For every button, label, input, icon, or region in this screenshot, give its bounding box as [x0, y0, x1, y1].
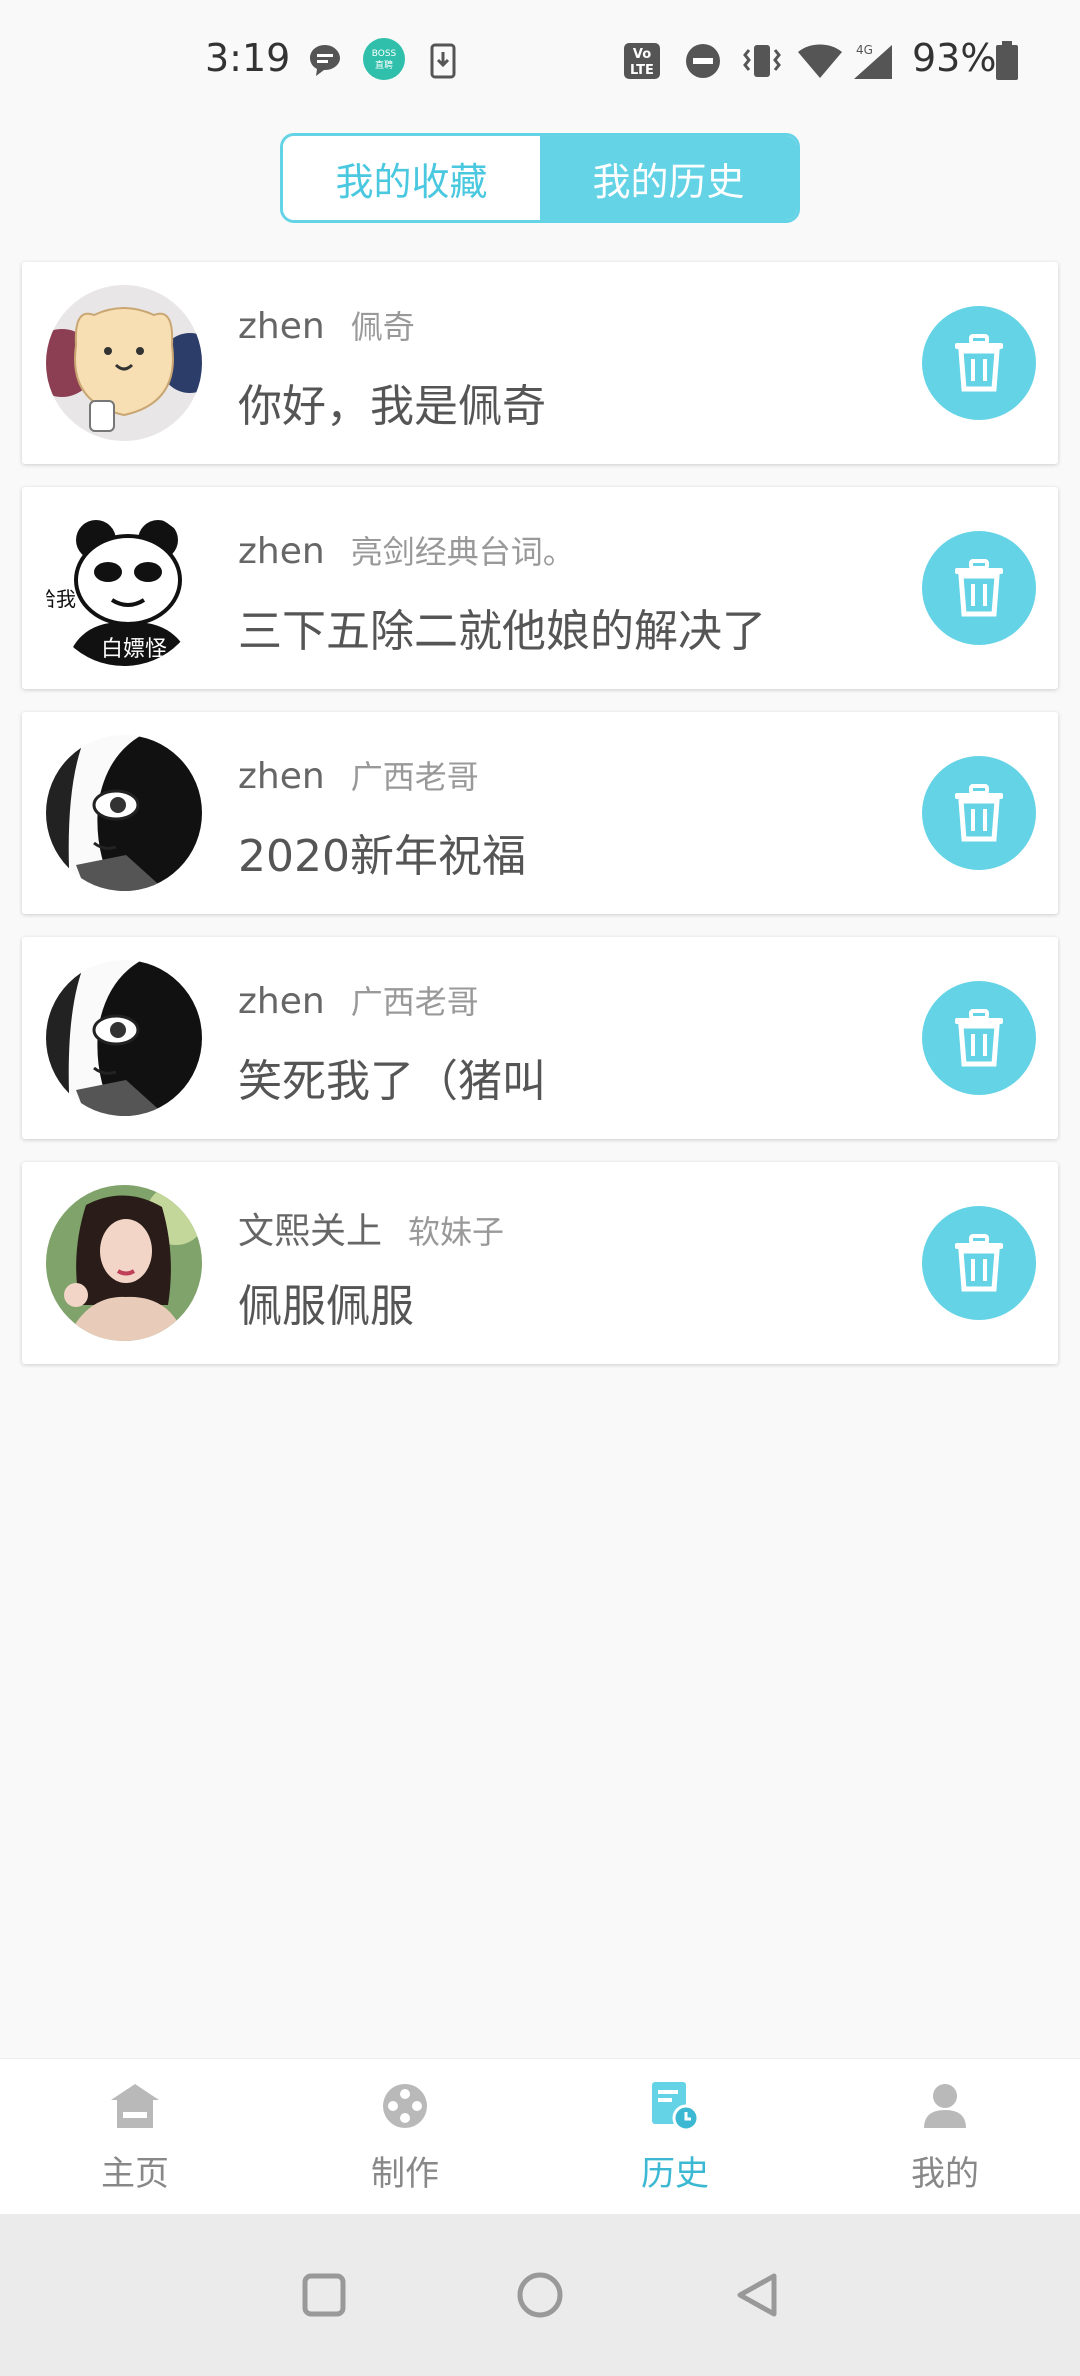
tab-favorites[interactable]: 我的收藏 — [283, 136, 540, 220]
cat-avatar — [46, 285, 202, 441]
item-author: zhen — [238, 531, 325, 572]
svg-text:LTE: LTE — [630, 63, 654, 78]
system-nav-bar — [0, 2214, 1080, 2376]
item-title: 你好，我是佩奇 — [238, 381, 546, 432]
item-title: 佩服佩服 — [238, 1281, 414, 1332]
bottom-nav: 主页 制作 历史 我的 — [0, 2058, 1080, 2214]
trash-icon — [955, 1234, 1003, 1292]
home-button[interactable] — [512, 2267, 568, 2323]
status-time: 3:19 — [205, 36, 291, 80]
delete-button[interactable] — [922, 756, 1036, 870]
list-item[interactable]: zhen 广西老哥 2020新年祝福 — [22, 712, 1058, 914]
item-topic: 广西老哥 — [350, 758, 479, 796]
nav-history-label: 历史 — [641, 2154, 709, 2194]
battery-percent: 93% — [912, 36, 997, 80]
list-item[interactable]: zhen 广西老哥 笑死我了（猪叫 — [22, 937, 1058, 1139]
download-icon — [428, 42, 458, 80]
tab-history[interactable]: 我的历史 — [540, 136, 797, 220]
svg-text:Vo: Vo — [633, 47, 651, 62]
item-author: zhen — [238, 306, 325, 347]
delete-button[interactable] — [922, 1206, 1036, 1320]
item-title: 2020新年祝福 — [238, 831, 526, 882]
back-button[interactable] — [728, 2267, 784, 2323]
nav-history[interactable]: 历史 — [540, 2059, 810, 2214]
recents-button[interactable] — [296, 2267, 352, 2323]
film-reel-icon — [377, 2078, 433, 2134]
item-author: zhen — [238, 981, 325, 1022]
circle-icon — [517, 2272, 563, 2318]
item-meta: 文熙关上 软妹子 — [238, 1202, 504, 1254]
svg-text:4G: 4G — [856, 43, 873, 57]
battery-icon — [994, 41, 1020, 80]
nav-home-label: 主页 — [101, 2154, 169, 2194]
status-bar: 3:19 BOSS 直聘 Vo LTE 4G 93% — [0, 0, 1080, 120]
delete-button[interactable] — [922, 981, 1036, 1095]
home-icon — [107, 2078, 163, 2134]
item-author: zhen — [238, 756, 325, 797]
panda-meme-avatar: 白嫖怪 给我 — [46, 510, 202, 666]
nav-mine[interactable]: 我的 — [810, 2059, 1080, 2214]
delete-button[interactable] — [922, 306, 1036, 420]
favorites-history-switch: 我的收藏 我的历史 — [280, 133, 800, 223]
item-meta: zhen 亮剑经典台词。 — [238, 527, 575, 573]
svg-text:白嫖怪: 白嫖怪 — [101, 637, 167, 662]
item-meta: zhen 佩奇 — [238, 302, 415, 348]
nav-create[interactable]: 制作 — [270, 2059, 540, 2214]
trash-icon — [955, 1009, 1003, 1067]
item-meta: zhen 广西老哥 — [238, 752, 479, 798]
svg-text:给我: 给我 — [46, 587, 76, 611]
manga-girl-avatar — [46, 960, 202, 1116]
item-author: 文熙关上 — [238, 1211, 383, 1252]
dnd-icon — [684, 42, 722, 80]
item-topic: 广西老哥 — [350, 983, 479, 1021]
vibrate-icon — [742, 42, 782, 80]
delete-button[interactable] — [922, 531, 1036, 645]
wifi-icon — [796, 42, 844, 80]
nav-home[interactable]: 主页 — [0, 2059, 270, 2214]
history-list: zhen 佩奇 你好，我是佩奇 白嫖怪 我 zhen 亮剑经典台词。 三下五除二… — [22, 262, 1058, 1387]
nav-create-label: 制作 — [371, 2154, 439, 2194]
history-icon — [647, 2078, 703, 2134]
item-title: 三下五除二就他娘的解决了 — [238, 606, 766, 657]
list-item[interactable]: zhen 佩奇 你好，我是佩奇 — [22, 262, 1058, 464]
photo-girl-avatar — [46, 1185, 202, 1341]
app-root: 3:19 BOSS 直聘 Vo LTE 4G 93% 我的收藏 我的历史 zhe… — [0, 0, 1080, 2376]
nav-mine-label: 我的 — [911, 2154, 979, 2194]
item-meta: zhen 广西老哥 — [238, 977, 479, 1023]
boss-app-icon: BOSS 直聘 — [362, 38, 406, 80]
trash-icon — [955, 559, 1003, 617]
item-title: 笑死我了（猪叫 — [238, 1056, 546, 1107]
user-icon — [917, 2078, 973, 2134]
message-icon — [308, 42, 342, 80]
square-icon — [302, 2273, 346, 2317]
svg-text:直聘: 直聘 — [375, 59, 393, 71]
svg-text:BOSS: BOSS — [372, 49, 397, 59]
item-topic: 亮剑经典台词。 — [350, 533, 575, 571]
item-topic: 佩奇 — [350, 308, 415, 346]
volte-icon: Vo LTE — [622, 42, 662, 80]
trash-icon — [955, 334, 1003, 392]
item-topic: 软妹子 — [408, 1213, 505, 1251]
manga-girl-avatar — [46, 735, 202, 891]
signal-icon: 4G — [852, 42, 894, 80]
back-triangle-icon — [737, 2273, 777, 2317]
list-item[interactable]: 白嫖怪 给我 zhen 亮剑经典台词。 三下五除二就他娘的解决了 — [22, 487, 1058, 689]
list-item[interactable]: 文熙关上 软妹子 佩服佩服 — [22, 1162, 1058, 1364]
trash-icon — [955, 784, 1003, 842]
